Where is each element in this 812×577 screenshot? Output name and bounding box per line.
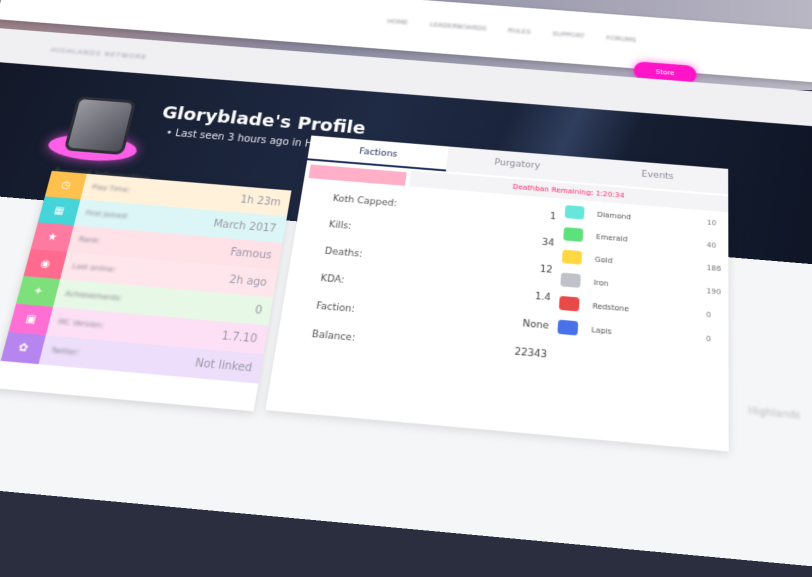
stat-label: Koth Capped: [332, 193, 398, 210]
stat-value: 1.4 [534, 291, 552, 304]
ore-row-emerald: Emerald [563, 227, 628, 246]
ore-row-redstone: Redstone [558, 295, 630, 316]
ore-name: Lapis [591, 325, 612, 336]
info-value: March 2017 [212, 218, 278, 235]
info-value: 1.7.10 [220, 329, 259, 346]
stat-row-faction: Faction: None [315, 301, 549, 332]
info-label: Play Time: [91, 183, 131, 195]
stat-value: 34 [541, 237, 555, 249]
stat-label: Faction: [315, 301, 356, 316]
stat-row-balance: Balance: 22343 [311, 329, 547, 360]
ore-count: 40 [706, 240, 717, 250]
ore-row-lapis: Lapis [557, 319, 612, 339]
nav-link-home[interactable]: HOME [387, 18, 409, 26]
nav-link-forums[interactable]: FORUMS [606, 35, 636, 44]
eye-icon: ◉ [23, 248, 68, 280]
stat-value: 12 [539, 264, 553, 276]
deathban-progress-bar [308, 164, 407, 186]
info-value: Not linked [194, 356, 253, 375]
stat-value: None [522, 318, 550, 332]
ore-count: 190 [706, 286, 722, 297]
account-info-card: ◷ Play Time: 1h 23m ▦ First Joined: Marc… [0, 170, 292, 412]
ore-row-diamond: Diamond [564, 204, 632, 223]
diamond-ore-icon [564, 204, 585, 220]
stat-row-deaths: Deaths: 12 [324, 246, 553, 276]
nav-link-leaderboards[interactable]: LEADERBOARDS [429, 21, 486, 32]
star-icon: ★ [30, 222, 74, 252]
ore-count: 186 [706, 263, 722, 274]
ore-count: 0 [706, 310, 712, 320]
stats-card: Factions Purgatory Events Deathban Remai… [265, 135, 729, 452]
redstone-ore-icon [558, 295, 580, 312]
ore-name: Emerald [595, 232, 628, 244]
stat-label: Balance: [310, 329, 356, 345]
stat-row-kda: KDA: 1.4 [320, 273, 551, 303]
stat-row-kills: Kills: 34 [328, 220, 555, 249]
gold-ore-icon [561, 249, 583, 265]
ore-row-gold: Gold [561, 249, 613, 268]
stat-value: 22343 [514, 346, 548, 361]
info-label: First Joined: [84, 208, 130, 221]
info-value: 0 [253, 304, 263, 317]
ore-name: Redstone [592, 301, 630, 314]
avatar [44, 95, 148, 168]
lapis-ore-icon [557, 319, 579, 336]
gamepad-icon: ▣ [8, 303, 54, 336]
ore-name: Iron [593, 277, 609, 288]
stat-label: Kills: [327, 219, 353, 232]
stat-row-koth: Koth Capped: 1 [332, 194, 556, 222]
ore-name: Diamond [596, 210, 632, 221]
stat-label: Deaths: [323, 246, 364, 260]
nav-links: HOME LEADERBOARDS RULES SUPPORT FORUMS [387, 18, 637, 44]
info-label: Twitter: [49, 345, 81, 358]
info-label: Rank: [77, 235, 102, 246]
ore-count: 0 [705, 334, 711, 344]
trophy-icon: ✦ [16, 276, 61, 307]
clock-icon: ◷ [44, 170, 87, 200]
calendar-icon: ▦ [37, 196, 81, 226]
twitter-icon: ✿ [0, 331, 46, 365]
nav-link-rules[interactable]: RULES [508, 27, 531, 36]
info-value: 2h ago [228, 273, 268, 289]
iron-ore-icon [560, 272, 581, 288]
info-label: Last online: [71, 262, 117, 275]
stat-label: KDA: [319, 273, 345, 287]
info-value: Famous [229, 246, 273, 262]
emerald-ore-icon [563, 227, 584, 242]
tilted-page: HOME LEADERBOARDS RULES SUPPORT FORUMS S… [0, 0, 812, 576]
nav-link-support[interactable]: SUPPORT [552, 30, 584, 39]
ore-row-iron: Iron [560, 272, 609, 291]
ore-count: 10 [706, 218, 717, 228]
stat-value: 1 [549, 211, 557, 223]
ore-name: Gold [594, 254, 613, 265]
info-value: 1h 23m [239, 193, 282, 209]
